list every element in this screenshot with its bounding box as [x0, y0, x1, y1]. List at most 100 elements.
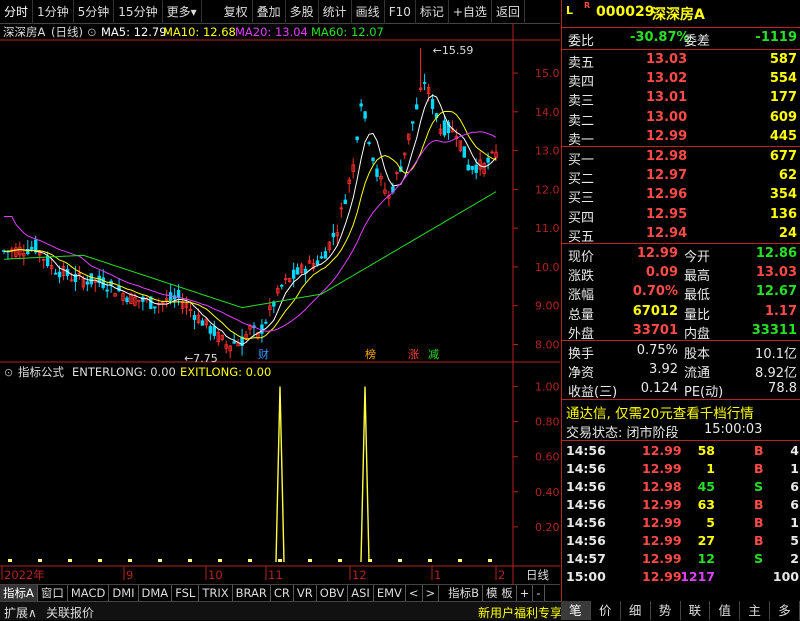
tick-row-2: 14:56 12.98 45 S 6 — [566, 479, 799, 494]
enterlong-label: ENTERLONG: 0.00 — [72, 365, 176, 379]
candle-body — [291, 269, 296, 279]
quote-tab-5[interactable]: 值 — [710, 601, 741, 620]
exitlong-label: EXITLONG: 0.00 — [180, 365, 271, 379]
quote-tab-0[interactable]: 笔 — [561, 601, 591, 620]
indicator-tab-0[interactable]: 指标A — [0, 584, 38, 602]
toolbar-item-5[interactable]: 复权 — [220, 0, 253, 24]
ytick-label: 15.00 — [535, 67, 560, 80]
indicator-dot — [398, 559, 402, 562]
event-marker-0[interactable]: 财 — [258, 347, 269, 361]
indicator-tab-17[interactable]: + — [517, 584, 534, 602]
toolbar-item-11[interactable]: 标记 — [416, 0, 449, 24]
indicator-tab-3[interactable]: DMI — [109, 584, 139, 602]
candle-body — [53, 272, 58, 275]
indicator-dot — [98, 559, 102, 562]
ytick-label: 13.00 — [535, 145, 560, 158]
candle-body — [323, 251, 328, 259]
candle-body — [422, 82, 427, 84]
buy-row-1: 买二 12.97 62 — [568, 168, 797, 188]
candle-body — [232, 341, 236, 344]
indicator-dot — [458, 559, 462, 562]
indicator-tab-16[interactable]: 模 板 — [483, 584, 517, 602]
toolbar-item-10[interactable]: F10 — [385, 0, 416, 24]
quote-tab-2[interactable]: 细 — [621, 601, 651, 620]
sell-row-3: 卖二 13.00 609 — [568, 109, 797, 129]
stock-name: 深深房A — [652, 7, 705, 23]
candle-body — [466, 164, 470, 171]
settings-icon[interactable]: ⊙ — [87, 25, 97, 39]
indicator-dot — [488, 559, 492, 562]
toolbar-item-0[interactable]: 分时 — [0, 0, 34, 24]
quote-panel: L R 000029 深深房A 委比 -30.87% 委差 -1119 卖五 13… — [561, 0, 800, 620]
indicator-tab-5[interactable]: FSL — [172, 584, 200, 602]
ytick-label: 14.00 — [535, 106, 560, 119]
candle-body — [359, 103, 363, 107]
tick-row-6: 14:57 12.99 12 S 2 — [566, 551, 799, 566]
stat2-row-1: 净资 3.92 流通 8.92亿 — [568, 362, 797, 382]
sell-row-4: 卖一 12.99 445 — [568, 128, 797, 148]
indicator-dot — [68, 559, 72, 562]
ind-ytick-label: 0.80 — [535, 416, 560, 429]
toolbar-item-13[interactable]: 返回 — [492, 0, 525, 24]
quote-tab-1[interactable]: 价 — [591, 601, 621, 620]
stat2-row-0: 换手 0.75% 股本 10.1亿 — [568, 343, 797, 362]
indicator-tab-15[interactable]: 指标B — [445, 584, 484, 602]
indicator-dot — [428, 559, 432, 562]
candle-body — [411, 121, 415, 124]
weibi-row: 委比 -30.87% 委差 -1119 — [568, 30, 797, 49]
event-marker-2[interactable]: 涨 — [408, 348, 419, 361]
toolbar-item-12[interactable]: +自选 — [449, 0, 492, 24]
quote-tab-7[interactable]: 多 — [770, 601, 800, 620]
related-quote-button[interactable]: 关联报价 — [46, 604, 94, 621]
stat2-row-2: 收益(三) 0.124 PE(动) 78.8 — [568, 381, 797, 401]
toolbar-item-3[interactable]: 15分钟 — [114, 0, 163, 24]
indicator-dot — [158, 559, 162, 562]
tick-row-3: 14:56 12.99 63 B 6 — [566, 497, 799, 512]
indicator-tab-9[interactable]: VR — [294, 584, 317, 602]
stat-row-1: 涨跌 0.09 最高 13.03 — [568, 265, 797, 285]
ma10-label: MA10: 12.68 — [163, 25, 236, 39]
promo-link[interactable]: 新用户福利专享 — [478, 604, 562, 621]
candle-body — [375, 168, 379, 177]
quote-tab-4[interactable]: 联 — [681, 601, 711, 620]
expand-button[interactable]: 扩展∧ — [4, 604, 37, 621]
indicator-tab-12[interactable]: EMV — [374, 584, 406, 602]
stat-row-4: 外盘 33701 内盘 33311 — [568, 322, 797, 342]
indicator-tab-1[interactable]: 窗口 — [38, 584, 68, 602]
enterlong-spike-0 — [275, 386, 285, 563]
quote-tab-6[interactable]: 主 — [740, 601, 771, 620]
sell-row-1: 卖四 13.02 554 — [568, 71, 797, 91]
candle-body — [260, 324, 264, 334]
indicator-tab-2[interactable]: MACD — [68, 584, 110, 602]
candle-body — [486, 157, 490, 163]
quote-tab-3[interactable]: 势 — [651, 601, 681, 620]
toolbar-item-8[interactable]: 统计 — [319, 0, 352, 24]
indicator-tab-4[interactable]: DMA — [139, 584, 173, 602]
ad-banner[interactable]: 通达信, 仅需20元查看千档行情 — [562, 401, 800, 422]
indicator-tab-18[interactable]: - — [533, 584, 545, 602]
ind-ytick-label: 0.60 — [535, 451, 560, 464]
toolbar-item-9[interactable]: 画线 — [352, 0, 385, 24]
indicator-dot — [308, 559, 312, 562]
toolbar-item-6[interactable]: 叠加 — [253, 0, 286, 24]
toolbar-item-1[interactable]: 1分钟 — [33, 0, 74, 24]
period-corner-label[interactable]: 日线 — [526, 568, 549, 582]
toolbar-item-7[interactable]: 多股 — [286, 0, 319, 24]
kline-chart[interactable]: 深深房A (日线) ⊙ MA5: 12.79MA10: 12.68 MA20: 13.0… — [0, 24, 560, 584]
indicator-settings-icon[interactable]: ⊙ — [4, 366, 13, 379]
candle-body — [89, 273, 93, 285]
indicator-dot — [38, 559, 42, 562]
indicator-tab-14[interactable]: > — [423, 584, 440, 602]
toolbar-item-4[interactable]: 更多▾ — [163, 0, 202, 24]
event-marker-3[interactable]: 减 — [428, 348, 439, 361]
indicator-dot — [8, 559, 12, 562]
indicator-tab-10[interactable]: OBV — [317, 584, 349, 602]
indicator-tab-7[interactable]: BRAR — [233, 584, 271, 602]
indicator-tab-13[interactable]: < — [406, 584, 423, 602]
indicator-tab-8[interactable]: CR — [271, 584, 294, 602]
indicator-tab-6[interactable]: TRIX — [199, 584, 233, 602]
toolbar-item-2[interactable]: 5分钟 — [74, 0, 115, 24]
indicator-tab-11[interactable]: ASI — [348, 584, 374, 602]
indicator-dot — [248, 559, 252, 562]
event-marker-1[interactable]: 榜 — [365, 347, 376, 361]
